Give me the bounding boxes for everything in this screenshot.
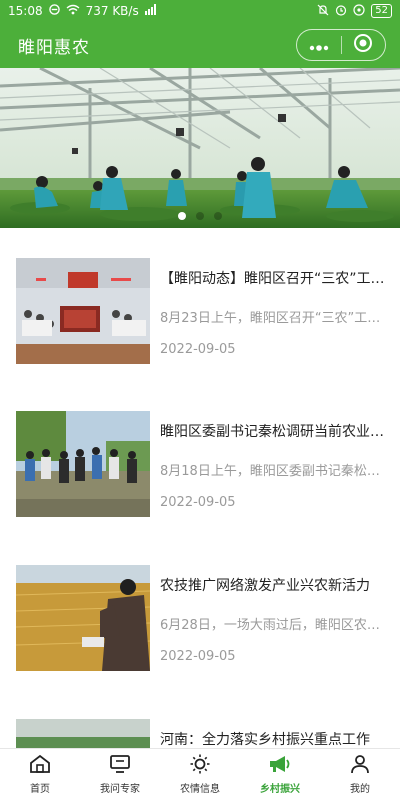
timer-icon: [353, 3, 365, 19]
news-list: 【睢阳动态】睢阳区召开“三农”工作会议 8月23日上午，睢阳区召开“三农”工作会…: [0, 228, 400, 748]
banner-carousel[interactable]: [0, 68, 400, 228]
status-bar: 15:08 737 KB/s 52: [0, 0, 400, 22]
app-header: 睢阳惠农: [0, 22, 400, 68]
tab-mine[interactable]: 我的: [320, 749, 400, 800]
greenhouse-photo: [0, 68, 400, 228]
wifi-icon: [66, 4, 80, 18]
tab-ask-expert[interactable]: 我问专家: [80, 749, 160, 800]
news-title: 【睢阳动态】睢阳区召开“三农”工作会议: [160, 271, 385, 287]
more-dots-icon: [308, 36, 330, 55]
news-summary: 6月28日，一场大雨过后，睢阳区农技人员: [160, 618, 385, 633]
news-thumbnail-meeting: [16, 258, 150, 364]
carousel-indicators: [0, 212, 400, 220]
tab-label: 农情信息: [180, 784, 220, 795]
home-icon: [29, 754, 51, 778]
news-thumbnail-wheat-field: [16, 565, 150, 671]
news-title: 睢阳区委副书记秦松调研当前农业生产工作: [160, 424, 385, 440]
battery-level: 52: [371, 4, 392, 18]
page-title: 睢阳惠农: [18, 37, 90, 58]
news-title: 农技推广网络激发产业兴农新活力: [160, 578, 370, 594]
dnd-icon: [48, 4, 60, 18]
monitor-icon: [109, 754, 131, 778]
tab-home[interactable]: 首页: [0, 749, 80, 800]
news-item[interactable]: 河南：全力落实乡村振兴重点工作: [0, 719, 400, 748]
tab-label: 首页: [30, 784, 50, 795]
user-icon: [349, 754, 371, 778]
news-date: 2022-09-05: [160, 649, 236, 664]
network-speed: 737 KB/s: [85, 4, 139, 18]
status-time: 15:08: [8, 4, 43, 18]
bottom-tab-bar: 首页 我问专家 农情信息 乡村振兴 我的: [0, 748, 400, 800]
carousel-dot[interactable]: [214, 212, 222, 220]
tab-label: 我的: [350, 784, 370, 795]
megaphone-icon: [268, 754, 292, 778]
signal-icon: [144, 4, 157, 18]
more-button[interactable]: [297, 30, 341, 60]
news-thumbnail-henan: [16, 719, 150, 748]
news-date: 2022-09-05: [160, 342, 236, 357]
alarm-icon: [335, 4, 347, 19]
tab-label: 我问专家: [100, 784, 140, 795]
carousel-dot[interactable]: [178, 212, 186, 220]
news-summary: 8月23日上午，睢阳区召开“三农”工作会议: [160, 311, 385, 326]
news-item[interactable]: 睢阳区委副书记秦松调研当前农业生产工作 8月18日上午，睢阳区委副书记秦松调研 …: [0, 411, 400, 521]
close-mini-program-button[interactable]: [341, 30, 385, 60]
news-thumbnail-field-visit: [16, 411, 150, 517]
news-date: 2022-09-05: [160, 495, 236, 510]
target-circle-icon: [353, 33, 373, 57]
tab-label: 乡村振兴: [260, 784, 300, 795]
tab-rural-revitalization[interactable]: 乡村振兴: [240, 749, 320, 800]
mute-bell-icon: [317, 4, 329, 19]
news-item[interactable]: 农技推广网络激发产业兴农新活力 6月28日，一场大雨过后，睢阳区农技人员 202…: [0, 565, 400, 675]
news-summary: 8月18日上午，睢阳区委副书记秦松调研: [160, 464, 385, 479]
app-screen: 15:08 737 KB/s 52 睢阳惠农 【睢阳动态】睢阳区召开“三农”工作…: [0, 0, 400, 800]
sun-icon: [189, 754, 211, 778]
carousel-dot[interactable]: [196, 212, 204, 220]
news-title: 河南：全力落实乡村振兴重点工作: [160, 732, 370, 748]
mini-program-capsule: [296, 29, 386, 61]
tab-farm-info[interactable]: 农情信息: [160, 749, 240, 800]
news-item[interactable]: 【睢阳动态】睢阳区召开“三农”工作会议 8月23日上午，睢阳区召开“三农”工作会…: [0, 258, 400, 368]
